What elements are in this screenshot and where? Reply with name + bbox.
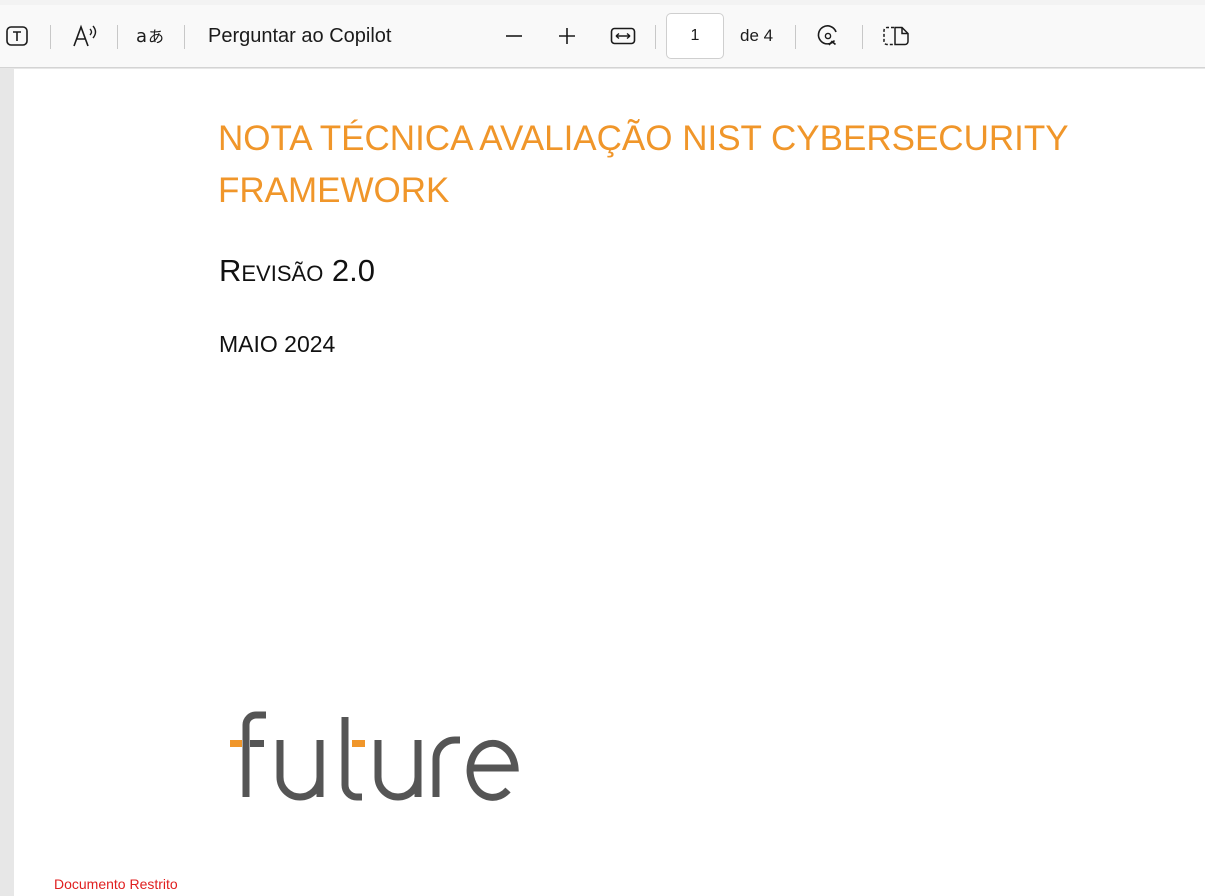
page-number-input[interactable]	[666, 13, 724, 59]
read-aloud-button[interactable]	[69, 18, 101, 54]
text-tool-button[interactable]	[2, 18, 32, 54]
read-aloud-icon	[73, 24, 97, 47]
pdf-page: NOTA TÉCNICA AVALIAÇÃO NIST CYBERSECURIT…	[14, 69, 1205, 896]
rotate-button[interactable]	[813, 18, 843, 54]
pdf-toolbar: a あ Perguntar ao Copilot de 4	[0, 0, 1205, 68]
document-revision: Revisão 2.0	[219, 253, 376, 288]
translate-button[interactable]: a あ	[134, 18, 168, 54]
toolbar-top-edge	[0, 0, 1205, 5]
translate-icon: a あ	[136, 26, 164, 47]
page-view-button[interactable]	[881, 18, 911, 54]
ask-copilot-button[interactable]: Perguntar ao Copilot	[208, 18, 408, 54]
restricted-document-label: Documento Restrito	[54, 876, 178, 892]
fit-width-icon	[610, 27, 636, 45]
page-view-icon	[883, 26, 909, 46]
page-count-label: de 4	[740, 26, 774, 45]
zoom-in-icon	[559, 28, 575, 44]
document-title: NOTA TÉCNICA AVALIAÇÃO NIST CYBERSECURIT…	[218, 119, 1068, 210]
zoom-out-icon	[506, 35, 522, 37]
zoom-in-button[interactable]	[553, 18, 581, 54]
toolbar-separator	[50, 25, 51, 49]
toolbar-separator	[655, 25, 656, 49]
future-logo-graphic	[230, 711, 519, 801]
fit-width-button[interactable]	[607, 18, 639, 54]
document-date: MAIO 2024	[219, 331, 336, 357]
text-tool-icon	[6, 26, 28, 46]
rotate-icon	[817, 25, 837, 46]
ask-copilot-label: Perguntar ao Copilot	[208, 24, 392, 47]
svg-text:あ: あ	[148, 27, 164, 46]
zoom-out-button[interactable]	[500, 18, 528, 54]
svg-text:a: a	[136, 26, 147, 47]
future-logo: future	[226, 707, 526, 807]
toolbar-separator	[117, 25, 118, 49]
toolbar-separator	[862, 25, 863, 49]
toolbar-separator	[184, 25, 185, 49]
document-viewer[interactable]: NOTA TÉCNICA AVALIAÇÃO NIST CYBERSECURIT…	[0, 69, 1205, 896]
toolbar-separator	[795, 25, 796, 49]
